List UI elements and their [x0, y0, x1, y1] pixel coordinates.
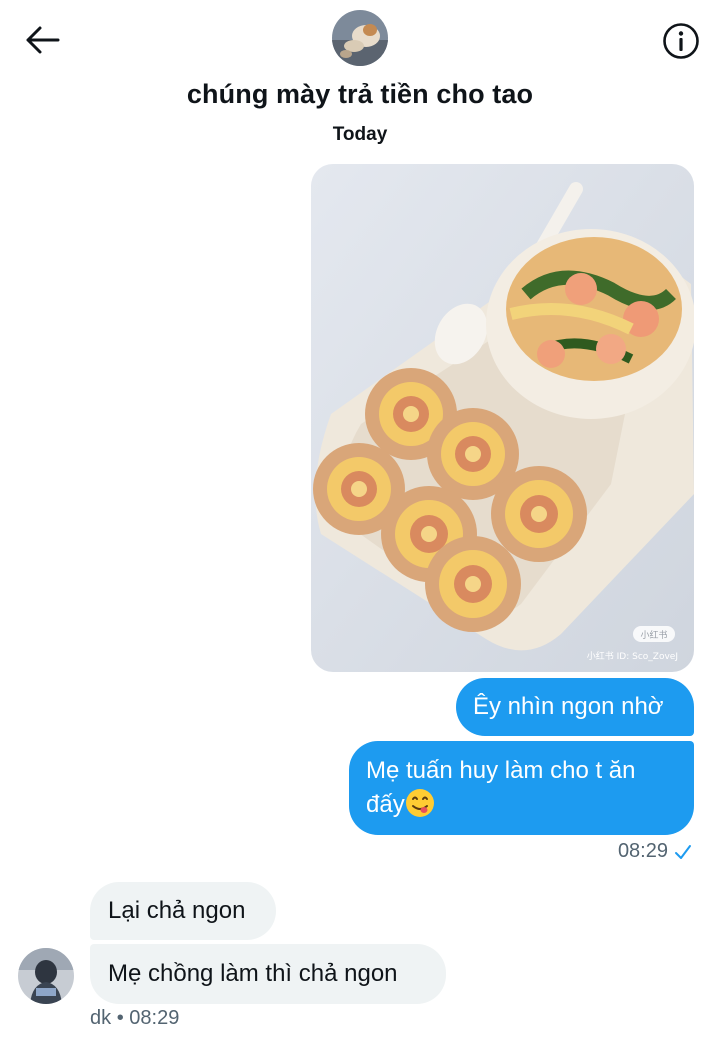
conversation-title: chúng mày trả tiền cho tao — [186, 79, 534, 109]
message-time: 08:29 — [129, 1007, 180, 1029]
watermark-id: 小红书 ID: Sco_ZoveJ — [587, 650, 678, 662]
info-icon — [663, 23, 699, 59]
message-time: 08:29 — [617, 840, 668, 862]
date-divider: Today — [332, 124, 388, 145]
message-bubble-incoming[interactable]: Mẹ chồng làm thì chả ngon — [90, 944, 446, 1004]
user-avatar-photo — [18, 948, 74, 1004]
message-bubble-incoming[interactable]: Lại chả ngon — [90, 882, 276, 940]
conversation-header: chúng mày trả tiền cho tao Today — [0, 0, 720, 160]
sender-name[interactable]: dk — [90, 1007, 111, 1029]
arrow-left-icon — [26, 26, 60, 54]
info-button[interactable] — [662, 22, 700, 60]
message-bubble-outgoing[interactable]: Êy nhìn ngon nhờ — [456, 678, 694, 736]
meta-separator: • — [116, 1007, 124, 1029]
watermark-badge: 小红书 — [640, 629, 667, 641]
dog-photo — [332, 10, 388, 66]
food-photo: 小红书 小红书 ID: Sco_ZoveJ — [311, 164, 694, 672]
avatar[interactable] — [18, 948, 74, 1004]
message-text: Mẹ chồng làm thì chả ngon — [108, 960, 398, 987]
message-text: Êy nhìn ngon nhờ — [473, 693, 664, 720]
sent-photo[interactable]: 小红书 小红书 ID: Sco_ZoveJ — [311, 164, 694, 672]
back-button[interactable] — [22, 22, 62, 58]
checkmark-icon — [675, 844, 691, 859]
outgoing-meta: 08:29 — [618, 840, 692, 863]
message-bubble-outgoing[interactable]: Mẹ tuấn huy làm cho t ăn đấy — [349, 741, 694, 835]
group-avatar[interactable] — [332, 10, 388, 66]
incoming-meta: dk • 08:29 — [90, 1007, 179, 1030]
yum-face-emoji — [405, 789, 434, 817]
message-text: Lại chả ngon — [108, 897, 246, 924]
